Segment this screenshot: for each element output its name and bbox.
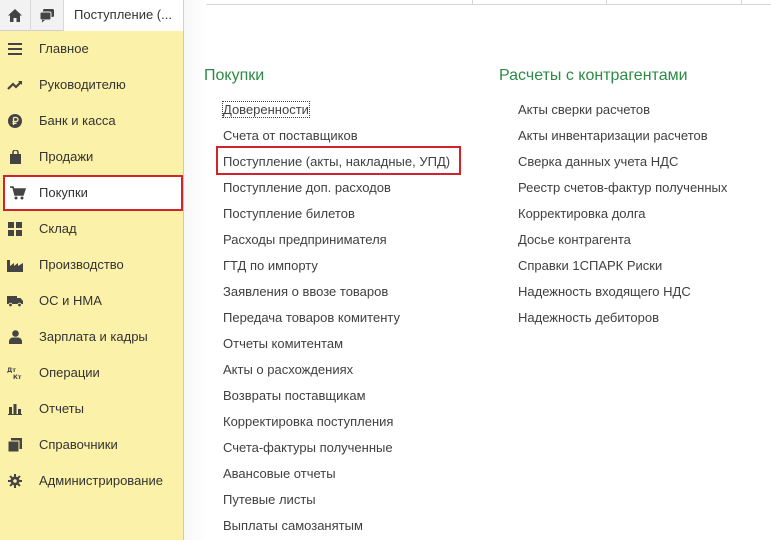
link-supplier-invoices[interactable]: Счета от поставщиков	[223, 128, 358, 143]
link-import-statements[interactable]: Заявления о ввозе товаров	[223, 284, 388, 299]
purchases-title: Покупки	[204, 67, 265, 84]
link-tickets[interactable]: Поступление билетов	[223, 206, 355, 221]
sidebar-item-label: Администрирование	[39, 473, 163, 488]
sidebar-item-salary[interactable]: Зарплата и кадры	[0, 319, 184, 355]
link-receipts[interactable]: Поступление (акты, накладные, УПД)	[223, 154, 450, 169]
sidebar-item-label: Главное	[39, 41, 89, 56]
link-receipt-corrections[interactable]: Корректировка поступления	[223, 414, 393, 429]
link-advance-reports[interactable]: Авансовые отчеты	[223, 466, 336, 481]
settlements-title: Расчеты с контрагентами	[499, 67, 688, 84]
sidebar-item-label: Отчеты	[39, 401, 84, 416]
menu-lines-icon	[7, 42, 23, 56]
trend-icon	[7, 78, 23, 92]
sidebar-item-label: Покупки	[39, 185, 88, 200]
sidebar-item-label: Продажи	[39, 149, 94, 164]
link-transfer-to-committent[interactable]: Передача товаров комитенту	[223, 310, 400, 325]
sidebar-item-label: Зарплата и кадры	[39, 329, 148, 344]
link-invoice-register[interactable]: Реестр счетов-фактур полученных	[518, 180, 727, 195]
link-vat-reconciliation[interactable]: Сверка данных учета НДС	[518, 154, 678, 169]
link-input-vat-reliability[interactable]: Надежность входящего НДС	[518, 284, 691, 299]
sidebar-item-catalogs[interactable]: Справочники	[0, 427, 184, 463]
factory-icon	[7, 258, 23, 272]
sidebar-item-label: Справочники	[39, 437, 118, 452]
link-self-employed-payments[interactable]: Выплаты самозанятым	[223, 518, 363, 533]
sections-sidebar: Главное Руководителю Банк и касса Продаж…	[0, 31, 184, 540]
link-debtor-reliability[interactable]: Надежность дебиторов	[518, 310, 659, 325]
panel-edge	[184, 0, 206, 540]
sidebar-item-director[interactable]: Руководителю	[0, 67, 184, 103]
books-icon	[7, 438, 23, 452]
sidebar-item-operations[interactable]: Дт Кт Операции	[0, 355, 184, 391]
sidebar-item-sales[interactable]: Продажи	[0, 139, 184, 175]
sidebar-item-production[interactable]: Производство	[0, 247, 184, 283]
grid-icon	[7, 222, 23, 236]
link-inventory-acts[interactable]: Акты инвентаризации расчетов	[518, 128, 708, 143]
bar-chart-icon	[7, 402, 23, 416]
open-tab-label: Поступление (...	[74, 7, 172, 22]
sidebar-item-label: Производство	[39, 257, 124, 272]
sidebar-item-label: Банк и касса	[39, 113, 116, 128]
link-discrepancy-acts[interactable]: Акты о расхождениях	[223, 362, 353, 377]
link-supplier-returns[interactable]: Возвраты поставщикам	[223, 388, 366, 403]
sidebar-item-warehouse[interactable]: Склад	[0, 211, 184, 247]
link-customs-declarations[interactable]: ГТД по импорту	[223, 258, 318, 273]
ruble-icon	[7, 114, 23, 128]
link-powers-of-attorney[interactable]: Доверенности	[222, 101, 310, 118]
link-waybills[interactable]: Путевые листы	[223, 492, 316, 507]
sidebar-item-label: ОС и НМА	[39, 293, 102, 308]
truck-icon	[7, 294, 23, 308]
top-right-strip	[206, 0, 771, 5]
link-additional-expenses[interactable]: Поступление доп. расходов	[223, 180, 391, 195]
person-icon	[7, 330, 23, 344]
home-icon	[8, 9, 22, 22]
link-counterparty-dossier[interactable]: Досье контрагента	[518, 232, 631, 247]
sidebar-item-reports[interactable]: Отчеты	[0, 391, 184, 427]
chat-icon	[39, 9, 54, 23]
dt-kt-icon: Дт Кт	[7, 366, 23, 380]
gear-icon	[7, 474, 23, 488]
cart-icon	[10, 186, 26, 200]
link-received-invoices[interactable]: Счета-фактуры полученные	[223, 440, 393, 455]
link-reconciliation-acts[interactable]: Акты сверки расчетов	[518, 102, 650, 117]
open-tab[interactable]: Поступление (...	[64, 0, 184, 31]
svg-text:Дт: Дт	[7, 367, 16, 374]
sidebar-item-administration[interactable]: Администрирование	[0, 463, 184, 499]
sidebar-item-purchases[interactable]: Покупки	[3, 175, 183, 211]
link-spark-risks[interactable]: Справки 1СПАРК Риски	[518, 258, 662, 273]
link-debt-adjustment[interactable]: Корректировка долга	[518, 206, 646, 221]
bag-icon	[7, 150, 23, 164]
sidebar-item-label: Руководителю	[39, 77, 126, 92]
sidebar-item-label: Операции	[39, 365, 100, 380]
top-tab-bar: Поступление (...	[0, 0, 184, 31]
sidebar-item-fixed-assets[interactable]: ОС и НМА	[0, 283, 184, 319]
svg-text:Кт: Кт	[13, 374, 22, 380]
link-entrepreneur-expenses[interactable]: Расходы предпринимателя	[223, 232, 387, 247]
sidebar-item-bank[interactable]: Банк и касса	[0, 103, 184, 139]
home-button[interactable]	[0, 0, 31, 31]
messages-button[interactable]	[31, 0, 64, 31]
link-committent-reports[interactable]: Отчеты комитентам	[223, 336, 343, 351]
sidebar-item-label: Склад	[39, 221, 77, 236]
sidebar-item-main[interactable]: Главное	[0, 31, 184, 67]
